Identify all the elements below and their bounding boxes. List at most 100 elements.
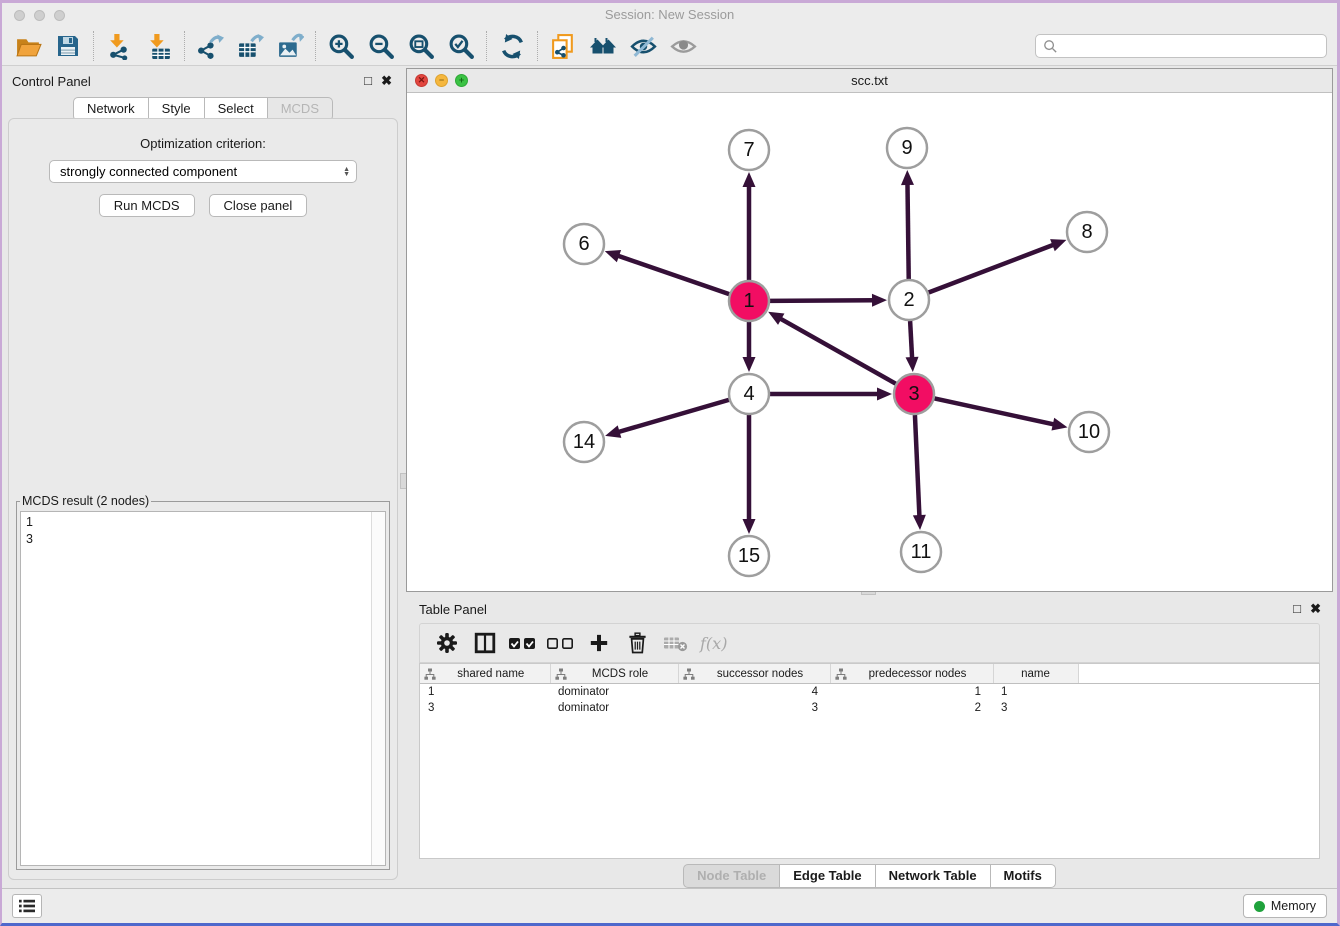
zoom-selected-button[interactable] [441, 30, 481, 62]
add-column-icon [589, 633, 609, 653]
edge-2-3[interactable] [910, 321, 912, 360]
column-header-mcds-role[interactable]: MCDS role [550, 664, 678, 684]
tab-motifs[interactable]: Motifs [991, 864, 1056, 888]
column-header-predecessor-nodes[interactable]: predecessor nodes [830, 664, 993, 684]
table-cell[interactable]: 3 [420, 700, 550, 716]
table-header-row: shared name MCDS role successor nodesprede… [420, 664, 1319, 684]
apply-preferred-layout-button[interactable] [492, 30, 532, 62]
node-8[interactable]: 8 [1067, 212, 1107, 252]
table-cell[interactable]: dominator [550, 684, 678, 701]
tab-network-table[interactable]: Network Table [876, 864, 991, 888]
control-panel: Control Panel □ ✖ NetworkStyleSelectMCDS… [2, 66, 404, 889]
column-header-label: MCDS role [567, 668, 674, 680]
clone-network-button[interactable] [543, 30, 583, 62]
node-3[interactable]: 3 [894, 374, 934, 414]
result-scrollbar[interactable] [371, 512, 385, 865]
table-cell[interactable]: 2 [830, 700, 993, 716]
column-header-shared-name[interactable]: shared name [420, 664, 550, 684]
open-file-button[interactable] [8, 30, 48, 62]
svg-text:3: 3 [908, 383, 919, 405]
zoom-fit-button[interactable] [401, 30, 441, 62]
deselect-all-button[interactable] [542, 628, 580, 658]
zoom-out-button[interactable] [361, 30, 401, 62]
show-panels-button[interactable] [12, 894, 42, 918]
close-panel-icon[interactable]: ✖ [1310, 601, 1321, 617]
node-6[interactable]: 6 [564, 224, 604, 264]
edge-arrowhead-4-15 [743, 519, 756, 534]
function-builder-icon: f(x) [697, 632, 729, 655]
edge-4-14[interactable] [617, 400, 729, 433]
select-all-button[interactable] [504, 628, 542, 658]
export-table-button[interactable] [230, 30, 270, 62]
edge-arrowhead-3-11 [913, 515, 926, 530]
edge-1-6[interactable] [616, 255, 729, 294]
mcds-result-text: 1 3 [26, 514, 33, 548]
edge-3-1[interactable] [779, 318, 896, 384]
network-window-titlebar[interactable]: ✕ − + scc.txt [407, 69, 1332, 93]
node-table: shared name MCDS role successor nodesprede… [420, 664, 1319, 716]
edge-3-11[interactable] [915, 415, 920, 518]
search-input[interactable] [1062, 38, 1326, 54]
import-table-button[interactable] [139, 30, 179, 62]
node-4[interactable]: 4 [729, 374, 769, 414]
table-row[interactable]: 3dominator323 [420, 700, 1319, 716]
mcds-result-area[interactable]: 1 3 [20, 511, 386, 866]
run-mcds-button[interactable]: Run MCDS [99, 194, 195, 217]
node-15[interactable]: 15 [729, 536, 769, 576]
float-panel-icon[interactable]: □ [364, 73, 372, 88]
optimization-criterion-select[interactable]: strongly connected component ▲▼ [49, 160, 357, 183]
import-network-button[interactable] [99, 30, 139, 62]
hide-graphics-details-button[interactable] [623, 30, 663, 62]
toolbar-separator [486, 31, 487, 61]
node-11[interactable]: 11 [901, 532, 941, 572]
list-icon [17, 898, 37, 914]
table-cell[interactable]: 1 [993, 684, 1078, 701]
show-graphics-details-button[interactable] [663, 30, 703, 62]
svg-text:1: 1 [743, 290, 754, 312]
table-cell[interactable]: 3 [993, 700, 1078, 716]
network-window-title: scc.txt [407, 73, 1332, 88]
save-session-button[interactable] [48, 30, 88, 62]
column-header-successor-nodes[interactable]: successor nodes [678, 664, 830, 684]
table-settings-button[interactable] [428, 628, 466, 658]
edge-3-10[interactable] [935, 398, 1056, 424]
delete-columns-button[interactable] [618, 628, 656, 658]
export-table-icon [237, 33, 264, 60]
show-columns-button[interactable] [466, 628, 504, 658]
node-14[interactable]: 14 [564, 422, 604, 462]
zoom-in-button[interactable] [321, 30, 361, 62]
table-cell[interactable]: 1 [420, 684, 550, 701]
node-7[interactable]: 7 [729, 130, 769, 170]
home-button[interactable] [583, 30, 623, 62]
app-window: Session: New Session Control Panel □ ✖ N… [0, 0, 1340, 926]
table-cell[interactable]: 4 [678, 684, 830, 701]
show-graphics-details-icon [670, 33, 697, 60]
open-file-icon [15, 33, 42, 60]
network-graph[interactable]: 7 9 6 8 1 2 4 3 14 10 15 11 [407, 93, 1332, 592]
export-network-button[interactable] [190, 30, 230, 62]
table-cell[interactable]: dominator [550, 700, 678, 716]
search-box[interactable] [1035, 34, 1327, 58]
main-toolbar [8, 30, 703, 62]
export-image-button[interactable] [270, 30, 310, 62]
tab-node-table[interactable]: Node Table [683, 864, 780, 888]
tab-edge-table[interactable]: Edge Table [780, 864, 875, 888]
table-cell[interactable]: 1 [830, 684, 993, 701]
edge-2-8[interactable] [929, 244, 1056, 292]
edge-2-9[interactable] [907, 182, 908, 279]
node-10[interactable]: 10 [1069, 412, 1109, 452]
edge-1-2[interactable] [770, 300, 875, 301]
node-2[interactable]: 2 [889, 280, 929, 320]
add-column-button[interactable] [580, 628, 618, 658]
control-panel-title: Control Panel [12, 74, 91, 89]
close-panel-icon[interactable]: ✖ [381, 73, 392, 89]
node-9[interactable]: 9 [887, 128, 927, 168]
close-panel-button[interactable]: Close panel [209, 194, 308, 217]
float-panel-icon[interactable]: □ [1293, 601, 1301, 616]
edge-arrowhead-4-14 [605, 425, 621, 437]
node-1[interactable]: 1 [729, 281, 769, 321]
table-cell[interactable]: 3 [678, 700, 830, 716]
column-header-name[interactable]: name [993, 664, 1078, 684]
table-row[interactable]: 1dominator411 [420, 684, 1319, 701]
memory-button[interactable]: Memory [1243, 894, 1327, 918]
